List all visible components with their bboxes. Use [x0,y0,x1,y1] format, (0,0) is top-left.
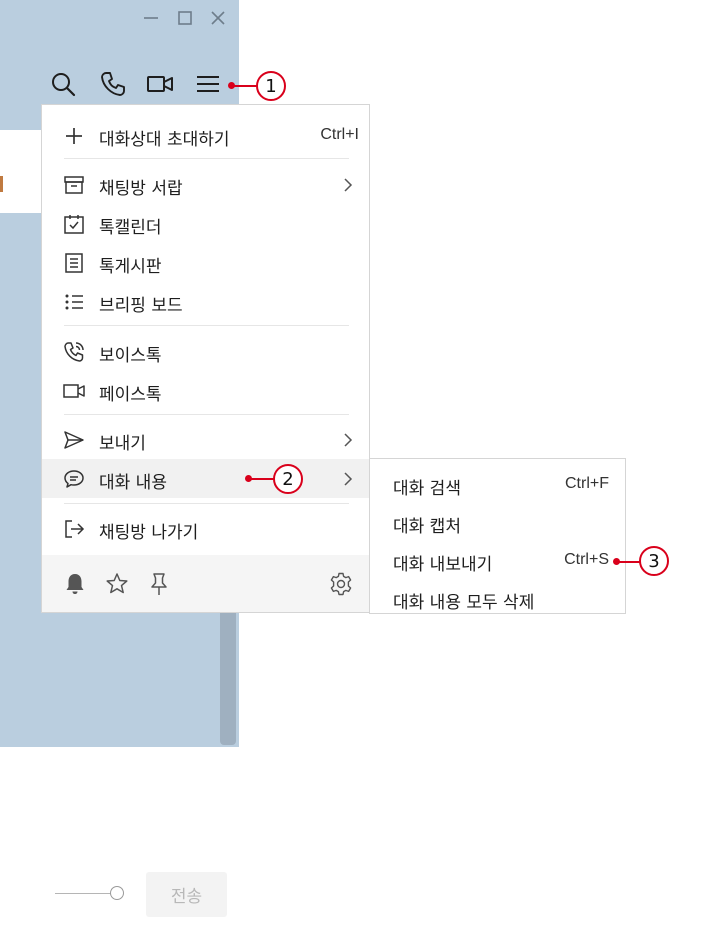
scrollbar[interactable] [220,612,236,745]
menu-item-send[interactable]: 보내기 [42,420,369,459]
menu-item-label: 톡캘린더 [99,218,162,238]
opacity-slider-handle[interactable] [110,886,124,900]
submenu-item-delete-all[interactable]: 대화 내용 모두 삭제 [370,578,625,616]
menu-item-talk-board[interactable]: 톡게시판 [42,243,369,282]
submenu-item-search-chat[interactable]: 대화 검색 Ctrl+F [370,464,625,502]
settings-gear-icon[interactable] [328,571,354,597]
bullet-list-icon [62,290,86,314]
phone-icon[interactable] [99,70,127,98]
conversation-submenu: 대화 검색 Ctrl+F 대화 캡처 대화 내보내기 Ctrl+S 대화 내용 … [369,458,626,614]
menu-item-label: 페이스톡 [99,385,162,405]
drawer-box-icon [62,173,86,197]
callout-badge-3: 3 [639,546,669,576]
menu-item-label: 대화 내용 [99,473,167,493]
submenu-item-label: 대화 내보내기 [393,555,493,575]
bell-icon[interactable] [62,571,88,597]
menu-item-leave-chat[interactable]: 채팅방 나가기 [42,509,369,548]
submenu-item-capture-chat[interactable]: 대화 캡처 [370,502,625,540]
menu-item-briefing-board[interactable]: 브리핑 보드 [42,282,369,321]
chat-room-menu: 대화상대 초대하기 Ctrl+I 채팅방 서랍 톡캘린더 톡게시판 브리핑 보드 [41,104,370,613]
chevron-right-icon [341,176,355,194]
star-icon[interactable] [104,571,130,597]
chevron-right-icon [341,431,355,449]
menu-item-talk-calendar[interactable]: 톡캘린더 [42,204,369,243]
shortcut-text: Ctrl+F [565,475,609,492]
shortcut-text: Ctrl+I [320,126,359,143]
video-camera-icon [62,379,86,403]
calendar-check-icon [62,212,86,236]
menu-item-conversation[interactable]: 대화 내용 [42,459,369,498]
callout-badge-1: 1 [256,71,286,101]
menu-divider [64,158,349,159]
menu-item-label: 채팅방 서랍 [99,179,183,199]
message-edge-mark [0,176,3,192]
pin-icon[interactable] [146,571,172,597]
exit-arrow-icon [62,517,86,541]
menu-item-label: 보내기 [99,434,146,454]
close-icon[interactable] [208,8,228,28]
document-lines-icon [62,251,86,275]
phone-call-icon [62,340,86,364]
send-button[interactable]: 전송 [146,872,227,917]
send-paper-plane-icon [62,428,86,452]
hamburger-menu-icon[interactable] [194,70,222,98]
submenu-item-export-chat[interactable]: 대화 내보내기 Ctrl+S [370,540,625,578]
video-icon[interactable] [146,70,174,98]
chat-bubble-icon [62,467,86,491]
menu-item-chat-drawer[interactable]: 채팅방 서랍 [42,165,369,204]
opacity-slider-track[interactable] [55,893,111,894]
message-area-fragment [0,130,42,213]
menu-item-label: 브리핑 보드 [99,296,183,316]
submenu-item-label: 대화 캡처 [393,517,461,537]
plus-icon [62,124,86,148]
callout-leader-line [231,85,258,87]
menu-divider [64,503,349,504]
menu-item-label: 톡게시판 [99,257,162,277]
menu-divider [64,414,349,415]
menu-item-voice-talk[interactable]: 보이스톡 [42,332,369,371]
submenu-item-label: 대화 검색 [393,479,461,499]
shortcut-text: Ctrl+S [564,551,609,568]
menu-item-label: 보이스톡 [99,346,162,366]
menu-footer-bar [42,555,369,612]
maximize-icon[interactable] [175,8,195,28]
minimize-icon[interactable] [141,8,161,28]
menu-divider [64,325,349,326]
menu-item-invite[interactable]: 대화상대 초대하기 Ctrl+I [42,116,369,155]
menu-item-face-talk[interactable]: 페이스톡 [42,371,369,410]
submenu-item-label: 대화 내용 모두 삭제 [393,593,535,613]
callout-leader-line [249,478,276,480]
menu-item-label: 채팅방 나가기 [99,523,199,543]
menu-item-label: 대화상대 초대하기 [99,130,230,150]
search-icon[interactable] [49,70,77,98]
callout-badge-2: 2 [273,464,303,494]
chevron-right-icon [341,470,355,488]
